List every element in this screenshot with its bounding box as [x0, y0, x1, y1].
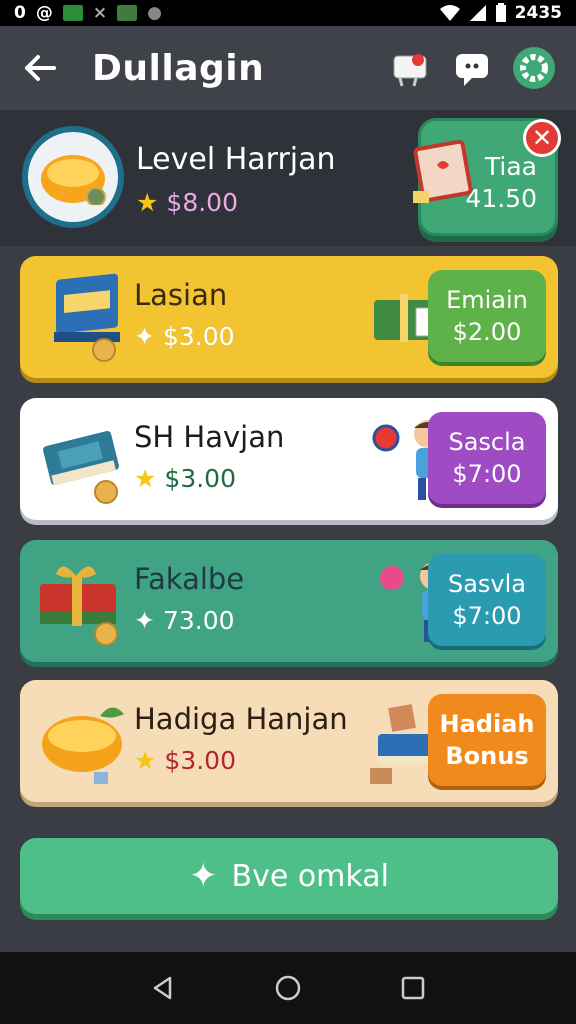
offer-name: Fakalbe: [134, 562, 245, 596]
offer-card[interactable]: Hadiga Hanjan ★ $3.00 Hadiah Bonus: [20, 680, 558, 802]
sparkle-icon: ✦: [134, 322, 155, 351]
orange-icon: [36, 694, 136, 786]
chat-button[interactable]: [450, 46, 494, 90]
wifi-icon: [439, 5, 460, 21]
nav-back-button[interactable]: [143, 968, 183, 1008]
offer-price: ✦ $3.00: [134, 322, 235, 351]
offer-name: Lasian: [134, 278, 228, 312]
offer-price: ★ $3.00: [134, 464, 236, 493]
level-panel: Level Harrjan ★ $8.00 Tiaa 41.50 ✕: [0, 110, 576, 246]
cta-label: Sascla: [448, 428, 526, 456]
android-icon: ●: [147, 3, 162, 23]
status-text: 0: [14, 3, 26, 23]
square-recents-icon: [402, 976, 425, 1000]
app-header: Dullagin: [0, 26, 576, 110]
offer-name: Hadiga Hanjan: [134, 702, 348, 736]
book-icon: [36, 270, 136, 362]
notification-icon: [62, 5, 83, 21]
nav-recents-button[interactable]: [393, 968, 433, 1008]
offer-price-value: $3.00: [164, 746, 236, 775]
back-button[interactable]: [20, 48, 60, 88]
star-icon: ★: [134, 746, 157, 775]
offer-price-value: 73.00: [162, 606, 235, 635]
app-notification-icon: [117, 5, 138, 21]
book-icon: [36, 412, 136, 504]
cta-label: Emiain: [446, 286, 528, 314]
offer-cta-button[interactable]: Emiain $2.00: [428, 270, 546, 362]
orange-icon: [41, 155, 106, 205]
status-bar: 0 @ ⨯ ● 2435: [0, 0, 576, 26]
level-price: ★ $8.00: [136, 188, 238, 217]
circle-home-icon: [275, 975, 301, 1001]
cta-price: $2.00: [452, 318, 522, 346]
at-icon: @: [35, 3, 53, 23]
offer-cta-button[interactable]: Sascla $7:00: [428, 412, 546, 504]
battery-icon: [495, 3, 506, 22]
back-arrow-icon: [25, 55, 56, 81]
offer-price: ✦ 73.00: [134, 606, 235, 635]
settings-button[interactable]: [512, 46, 556, 90]
offer-price-value: $3.00: [162, 322, 235, 351]
chat-icon: [456, 54, 488, 86]
close-icon: ✕: [531, 124, 553, 152]
bottom-button-label: Bve omkal: [231, 858, 389, 894]
offer-price: ★ $3.00: [134, 746, 236, 775]
triangle-back-icon: [153, 976, 171, 1000]
reward-value: 41.50: [465, 184, 537, 213]
sparkle-icon: ✦: [134, 606, 155, 635]
bottom-action-button[interactable]: ✦ Bve omkal: [20, 838, 558, 914]
cta-price: Bonus: [445, 742, 529, 770]
level-title: Level Harrjan: [136, 142, 336, 177]
level-avatar: [22, 126, 124, 228]
offer-cta-button[interactable]: Sasvla $7:00: [428, 554, 546, 646]
offer-card[interactable]: SH Havjan ★ $3.00 Sascla $7:00: [20, 398, 558, 520]
cta-label: Sasvla: [447, 570, 527, 598]
mail-icon: [393, 54, 427, 87]
mail-button[interactable]: [388, 46, 432, 90]
system-nav-bar: [0, 952, 576, 1024]
offer-card[interactable]: Lasian ✦ $3.00 Emiain $2.00: [20, 256, 558, 378]
reward-text: Tiaa 41.50: [465, 151, 537, 215]
cta-price: $7:00: [452, 460, 522, 488]
level-price-value: $8.00: [166, 188, 238, 217]
offer-price-value: $3.00: [164, 464, 236, 493]
close-button[interactable]: ✕: [523, 119, 561, 157]
cta-price: $7:00: [452, 602, 522, 630]
sparkle-icon: ✦: [189, 856, 218, 896]
reward-label: Tiaa: [484, 152, 537, 181]
star-icon: ★: [136, 188, 159, 217]
offer-card[interactable]: Fakalbe ✦ 73.00 Sasvla $7:00: [20, 540, 558, 662]
page-title: Dullagin: [92, 47, 265, 89]
nav-home-button[interactable]: [268, 968, 308, 1008]
clock: 2435: [514, 3, 562, 23]
reward-card[interactable]: Tiaa 41.50 ✕: [413, 118, 561, 236]
star-icon: ★: [134, 464, 157, 493]
cta-label: Hadiah: [439, 710, 535, 738]
signal-off-icon: ⨯: [92, 3, 108, 23]
gift-icon: [36, 554, 136, 646]
gear-icon: [513, 47, 555, 89]
offer-name: SH Havjan: [134, 420, 285, 454]
cell-signal-icon: [469, 5, 486, 21]
offer-cta-button[interactable]: Hadiah Bonus: [428, 694, 546, 786]
